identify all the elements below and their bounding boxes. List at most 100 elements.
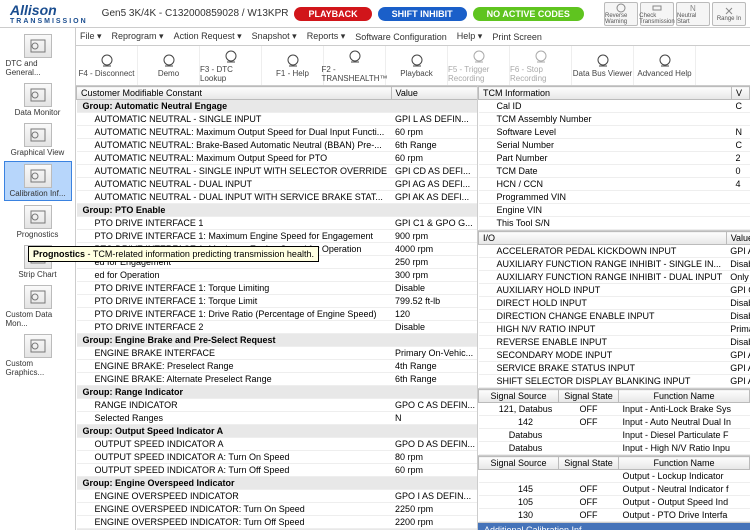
constant-name[interactable]: Selected Ranges — [77, 412, 392, 425]
constant-value[interactable]: GPO I AS DEFIN... — [391, 490, 478, 503]
constant-value[interactable]: 2200 rpm — [391, 516, 478, 529]
tcm-name[interactable]: HCN / CCN — [479, 178, 732, 191]
sidebar-item-2[interactable]: Graphical View — [4, 121, 72, 159]
constant-name[interactable]: ed for Operation — [77, 269, 392, 282]
sidebar-item-4[interactable]: Prognostics — [4, 203, 72, 241]
sidebar-item-1[interactable]: Data Monitor — [4, 81, 72, 119]
constant-name[interactable]: ENGINE OVERSPEED INDICATOR: Turn On Spee… — [77, 503, 392, 516]
constant-name[interactable]: AUTOMATIC NEUTRAL: Maximum Output Speed … — [77, 126, 392, 139]
menu-item-4[interactable]: Reports ▾ — [307, 31, 346, 42]
toolbar-btn-3[interactable]: F1 - Help — [262, 46, 324, 85]
sidebar-item-6[interactable]: Custom Data Mon... — [4, 283, 72, 330]
tcm-header[interactable]: TCM Information — [479, 87, 732, 100]
tcm-name[interactable]: TCM Assembly Number — [479, 113, 732, 126]
constant-value[interactable]: GPO C AS DEFIN... — [391, 399, 478, 412]
tcm-name[interactable]: Part Number — [479, 152, 732, 165]
constant-value[interactable]: GPI AK AS DEFI... — [391, 191, 478, 204]
constant-name[interactable]: OUTPUT SPEED INDICATOR A — [77, 438, 392, 451]
group-row[interactable]: Group: Engine Overspeed Indicator — [77, 477, 479, 490]
constant-value[interactable]: GPI CD AS DEFI... — [391, 165, 478, 178]
constant-name[interactable]: OUTPUT SPEED INDICATOR A: Turn On Speed — [77, 451, 392, 464]
menu-item-2[interactable]: Action Request ▾ — [174, 31, 242, 42]
sig-source[interactable]: 142 — [479, 416, 559, 429]
constant-value[interactable]: 60 rpm — [391, 126, 478, 139]
toolbar-btn-8[interactable]: Data Bus Viewer — [572, 46, 634, 85]
reverse-warning-icon[interactable]: Reverse Warning — [604, 2, 638, 26]
io-name[interactable]: AUXILIARY FUNCTION RANGE INHIBIT - SINGL… — [479, 258, 727, 271]
toolbar-btn-0[interactable]: F4 - Disconnect — [76, 46, 138, 85]
constant-name[interactable]: PTO DRIVE INTERFACE 2 — [77, 321, 392, 334]
constant-name[interactable]: AUTOMATIC NEUTRAL - DUAL INPUT — [77, 178, 392, 191]
toolbar-btn-9[interactable]: Advanced Help — [634, 46, 696, 85]
constant-value[interactable]: 6th Range — [391, 373, 478, 386]
sig-source[interactable]: Databus — [479, 429, 559, 442]
constant-name[interactable]: PTO DRIVE INTERFACE 1: Torque Limiting — [77, 282, 392, 295]
toolbar-btn-1[interactable]: Demo — [138, 46, 200, 85]
menu-item-0[interactable]: File ▾ — [80, 31, 102, 42]
sig-func[interactable]: Input - High N/V Ratio Inpu — [619, 442, 750, 455]
check-trans-icon[interactable]: Check Transmission — [640, 2, 674, 26]
menu-item-1[interactable]: Reprogram ▾ — [112, 31, 164, 42]
signal-table-1[interactable]: Signal SourceSignal StateFunction Name 1… — [478, 389, 750, 455]
sig-source[interactable] — [479, 470, 559, 483]
constant-value[interactable]: 900 rpm — [391, 230, 478, 243]
io-name[interactable]: REVERSE ENABLE INPUT — [479, 336, 727, 349]
constant-name[interactable]: RANGE INDICATOR — [77, 399, 392, 412]
constant-name[interactable]: PTO DRIVE INTERFACE 1: Torque Limit — [77, 295, 392, 308]
sig-source[interactable]: 105 — [479, 496, 559, 509]
sig-func[interactable]: Output - Output Speed Ind — [619, 496, 750, 509]
sig-func[interactable]: Input - Auto Neutral Dual In — [619, 416, 750, 429]
io-header[interactable]: I/O — [479, 232, 727, 245]
constant-name[interactable]: AUTOMATIC NEUTRAL - SINGLE INPUT — [77, 113, 392, 126]
group-row[interactable]: Group: PTO Enable — [77, 204, 479, 217]
col-value[interactable]: Value — [391, 87, 478, 100]
constant-value[interactable]: GPI AG AS DEFI... — [391, 178, 478, 191]
constant-name[interactable]: ENGINE BRAKE: Alternate Preselect Range — [77, 373, 392, 386]
tcm-name[interactable]: This Tool S/N — [479, 217, 732, 230]
constant-value[interactable]: 4th Range — [391, 360, 478, 373]
constant-value[interactable]: Disable — [391, 282, 478, 295]
sig-source[interactable]: Databus — [479, 442, 559, 455]
io-name[interactable]: ACCELERATOR PEDAL KICKDOWN INPUT — [479, 245, 727, 258]
constant-name[interactable]: AUTOMATIC NEUTRAL - DUAL INPUT WITH SERV… — [77, 191, 392, 204]
constant-value[interactable]: Primary On-Vehic... — [391, 347, 478, 360]
io-name[interactable]: AUXILIARY HOLD INPUT — [479, 284, 727, 297]
constant-name[interactable]: PTO DRIVE INTERFACE 1: Maximum Engine Sp… — [77, 230, 392, 243]
sig-source[interactable]: 130 — [479, 509, 559, 522]
tcm-name[interactable]: Software Level — [479, 126, 732, 139]
neutral-start-icon[interactable]: NNeutral Start — [676, 2, 710, 26]
constant-value[interactable]: 60 rpm — [391, 152, 478, 165]
io-name[interactable]: DIRECT HOLD INPUT — [479, 297, 727, 310]
constant-value[interactable]: GPI C1 & GPO G... — [391, 217, 478, 230]
io-name[interactable]: AUXILIARY FUNCTION RANGE INHIBIT - DUAL … — [479, 271, 727, 284]
tcm-name[interactable]: TCM Date — [479, 165, 732, 178]
constant-name[interactable]: ENGINE OVERSPEED INDICATOR: Turn Off Spe… — [77, 516, 392, 529]
menu-item-6[interactable]: Help ▾ — [457, 31, 483, 42]
constants-table[interactable]: Customer Modifiable ConstantValue Group:… — [76, 86, 478, 530]
io-name[interactable]: DIRECTION CHANGE ENABLE INPUT — [479, 310, 727, 323]
constant-value[interactable]: 6th Range — [391, 139, 478, 152]
tcm-name[interactable]: Cal ID — [479, 100, 732, 113]
constant-value[interactable]: 2250 rpm — [391, 503, 478, 516]
constant-name[interactable]: PTO DRIVE INTERFACE 1 — [77, 217, 392, 230]
constant-value[interactable]: 120 — [391, 308, 478, 321]
constant-value[interactable]: 250 rpm — [391, 256, 478, 269]
constant-name[interactable]: OUTPUT SPEED INDICATOR A: Turn Off Speed — [77, 464, 392, 477]
constant-value[interactable]: 80 rpm — [391, 451, 478, 464]
tcm-name[interactable]: Programmed VIN — [479, 191, 732, 204]
constant-name[interactable]: ENGINE BRAKE INTERFACE — [77, 347, 392, 360]
tcm-name[interactable]: Serial Number — [479, 139, 732, 152]
group-row[interactable]: Group: Engine Brake and Pre-Select Reque… — [77, 334, 479, 347]
sig-func[interactable]: Output - Neutral Indicator f — [619, 483, 750, 496]
constant-value[interactable]: N — [391, 412, 478, 425]
io-table[interactable]: I/OValue ACCELERATOR PEDAL KICKDOWN INPU… — [478, 231, 750, 388]
sig-func[interactable]: Output - PTO Drive Interfa — [619, 509, 750, 522]
range-in-icon[interactable]: Range In — [712, 2, 746, 26]
io-name[interactable]: SHIFT SELECTOR DISPLAY BLANKING INPUT — [479, 375, 727, 388]
constant-value[interactable]: 60 rpm — [391, 464, 478, 477]
constant-value[interactable]: Disable — [391, 321, 478, 334]
constant-value[interactable]: 4000 rpm — [391, 243, 478, 256]
menu-item-3[interactable]: Snapshot ▾ — [252, 31, 297, 42]
constant-name[interactable]: PTO DRIVE INTERFACE 1: Drive Ratio (Perc… — [77, 308, 392, 321]
tcm-table[interactable]: TCM InformationV Cal IDCTCM Assembly Num… — [478, 86, 750, 230]
